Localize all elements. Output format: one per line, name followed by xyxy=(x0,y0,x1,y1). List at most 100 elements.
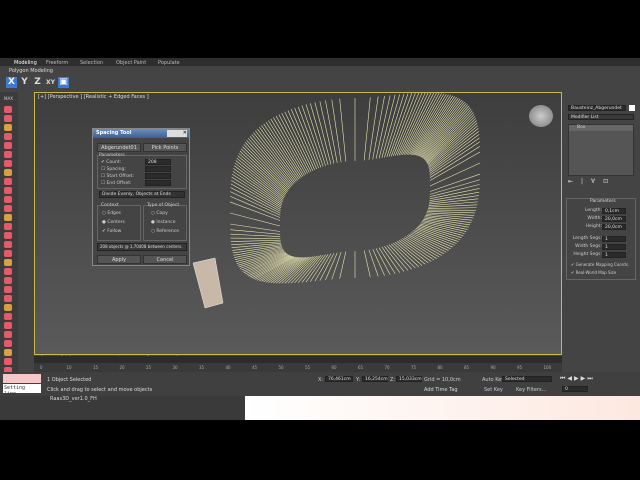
distribution-dropdown[interactable]: Divide Evenly, Objects at Ends xyxy=(99,191,185,198)
modifier-list-dropdown[interactable]: Modifier List xyxy=(568,114,634,120)
maxscript-listener-input[interactable] xyxy=(3,374,41,383)
real-world-checkbox[interactable]: ✔ Real-World Map Size xyxy=(571,270,616,275)
key-mode-dropdown[interactable]: Selected xyxy=(502,376,552,382)
toolbar-button-icon[interactable] xyxy=(4,340,12,347)
axis-xy-button[interactable]: XY xyxy=(45,77,56,88)
toolbar-button-icon[interactable] xyxy=(4,106,12,113)
y-coordinate[interactable]: 16,254cm xyxy=(362,376,388,382)
follow-checkbox[interactable]: ✔ Follow xyxy=(102,229,121,234)
cancel-button[interactable]: Cancel xyxy=(143,255,187,264)
playback-controls-icons[interactable]: ⏮◀▶▶⏭ xyxy=(560,375,595,383)
context-centers-radio[interactable]: ● Centers xyxy=(102,220,125,225)
toolbar-button-icon[interactable] xyxy=(4,286,12,293)
toolbar-button-icon[interactable] xyxy=(4,277,12,284)
toolbar-button-icon[interactable] xyxy=(4,313,12,320)
stack-tools-icons[interactable]: ⇤|∀⊡ xyxy=(568,178,634,186)
toolbar-button-icon[interactable] xyxy=(4,295,12,302)
toolbar-button-icon[interactable] xyxy=(4,358,12,365)
tab-modeling[interactable]: Modeling xyxy=(14,60,37,66)
param-input[interactable]: 0,1cm xyxy=(602,208,626,214)
toolbar-button-icon[interactable] xyxy=(4,151,12,158)
toolbar-button-icon[interactable] xyxy=(4,124,12,131)
axis-z-button[interactable]: Z xyxy=(32,77,43,88)
param-input[interactable]: 1 xyxy=(602,252,626,258)
z-coordinate[interactable]: 15,033cm xyxy=(396,376,422,382)
rollout-title[interactable]: Parameters xyxy=(590,199,616,204)
end-offset-checkbox[interactable]: ☐ End Offset: xyxy=(101,181,132,186)
toolbar-button-icon[interactable] xyxy=(4,115,12,122)
slat-instance xyxy=(429,184,480,198)
param-input[interactable]: 1 xyxy=(602,244,626,250)
viewcube-icon[interactable] xyxy=(529,105,553,127)
tab-object-paint[interactable]: Object Paint xyxy=(116,60,146,66)
add-time-tag[interactable]: Add Time Tag xyxy=(424,387,458,393)
set-key-button[interactable]: Set Key xyxy=(484,387,503,393)
start-offset-checkbox[interactable]: ☐ Start Offset: xyxy=(101,174,134,179)
count-input[interactable]: 208 xyxy=(145,159,171,165)
param-input[interactable]: 20,0cm xyxy=(602,224,626,230)
slat-instance xyxy=(230,191,281,216)
gen-mapping-label: Generate Mapping Coords. xyxy=(575,262,630,267)
toolbar-button-icon[interactable] xyxy=(4,169,12,176)
toolbar-button-icon[interactable] xyxy=(4,304,12,311)
spacing-input[interactable] xyxy=(145,166,171,172)
toolbar-button-icon[interactable] xyxy=(4,349,12,356)
toolbar-button-icon[interactable] xyxy=(4,322,12,329)
key-filters-button[interactable]: Key Filters... xyxy=(516,387,546,393)
axis-y-button[interactable]: Y xyxy=(19,77,30,88)
gen-mapping-checkbox[interactable]: ✔ Generate Mapping Coords. xyxy=(571,262,629,267)
stack-item-box[interactable]: Box xyxy=(569,125,633,131)
box-object[interactable] xyxy=(192,257,224,309)
parameters-label: Parameters xyxy=(99,153,125,158)
param-input[interactable]: 20,0cm xyxy=(602,216,626,222)
end-offset-input[interactable] xyxy=(145,180,171,186)
toolbar-button-icon[interactable] xyxy=(4,223,12,230)
axis-x-button[interactable]: X xyxy=(6,77,17,88)
toolbar-button-icon[interactable] xyxy=(4,232,12,239)
toolbar-button-icon[interactable] xyxy=(4,142,12,149)
apply-button[interactable]: Apply xyxy=(97,255,141,264)
pick-points-button[interactable]: Pick Points xyxy=(143,143,187,152)
tab-populate[interactable]: Populate xyxy=(158,60,180,66)
toolbar-button-icon[interactable] xyxy=(4,187,12,194)
pick-path-button[interactable]: Abgerundet01 xyxy=(97,143,141,152)
tab-selection[interactable]: Selection xyxy=(80,60,103,66)
toolbar-button-icon[interactable] xyxy=(4,160,12,167)
toolbar-button-icon[interactable] xyxy=(4,259,12,266)
leftbar-label: MAX xyxy=(4,96,13,101)
toolbar-button-icon[interactable] xyxy=(4,196,12,203)
slat-instance xyxy=(409,93,447,155)
toolbar-button-icon[interactable] xyxy=(4,178,12,185)
maxscript-output[interactable]: Setting line xyxy=(3,384,41,397)
subtab-polygon-modeling[interactable]: Polygon Modeling xyxy=(9,68,53,74)
slat-instance xyxy=(416,97,459,156)
follow-label: Follow xyxy=(107,229,122,234)
snap-icon[interactable]: ▣ xyxy=(58,77,69,88)
object-name-input[interactable]: Bausteinz_Abgerundet xyxy=(568,105,626,111)
toolbar-button-icon[interactable] xyxy=(4,214,12,221)
taskbar-area xyxy=(245,396,640,420)
type-reference-radio[interactable]: ○ Reference xyxy=(151,229,179,234)
count-checkbox[interactable]: ✔ Count: xyxy=(101,160,121,165)
param-input[interactable]: 1 xyxy=(602,236,626,242)
start-offset-input[interactable] xyxy=(145,173,171,179)
slat-instance xyxy=(231,241,281,246)
context-edges-radio[interactable]: ○ Edges xyxy=(102,211,121,216)
type-copy-radio[interactable]: ○ Copy xyxy=(151,211,168,216)
toolbar-button-icon[interactable] xyxy=(4,268,12,275)
toolbar-button-icon[interactable] xyxy=(4,331,12,338)
toolbar-button-icon[interactable] xyxy=(4,133,12,140)
timeline[interactable]: 0 10 15 20 25 30 35 40 45 50 55 60 65 70 75 80 85 90 95 100 xyxy=(34,356,562,372)
time-slider[interactable] xyxy=(34,356,562,363)
toolbar-button-icon[interactable] xyxy=(4,250,12,257)
object-color-swatch[interactable] xyxy=(629,105,635,111)
type-instance-radio[interactable]: ● Instance xyxy=(151,220,176,225)
close-icon[interactable]: ✕ xyxy=(167,130,187,137)
toolbar-button-icon[interactable] xyxy=(4,205,12,212)
auto-key-button[interactable]: Auto Key xyxy=(482,377,504,383)
frame-input[interactable]: 0 xyxy=(562,386,588,392)
x-coordinate[interactable]: 76,461cm xyxy=(325,376,353,382)
tab-freeform[interactable]: Freeform xyxy=(46,60,68,66)
toolbar-button-icon[interactable] xyxy=(4,241,12,248)
spacing-checkbox[interactable]: ☐ Spacing: xyxy=(101,167,126,172)
